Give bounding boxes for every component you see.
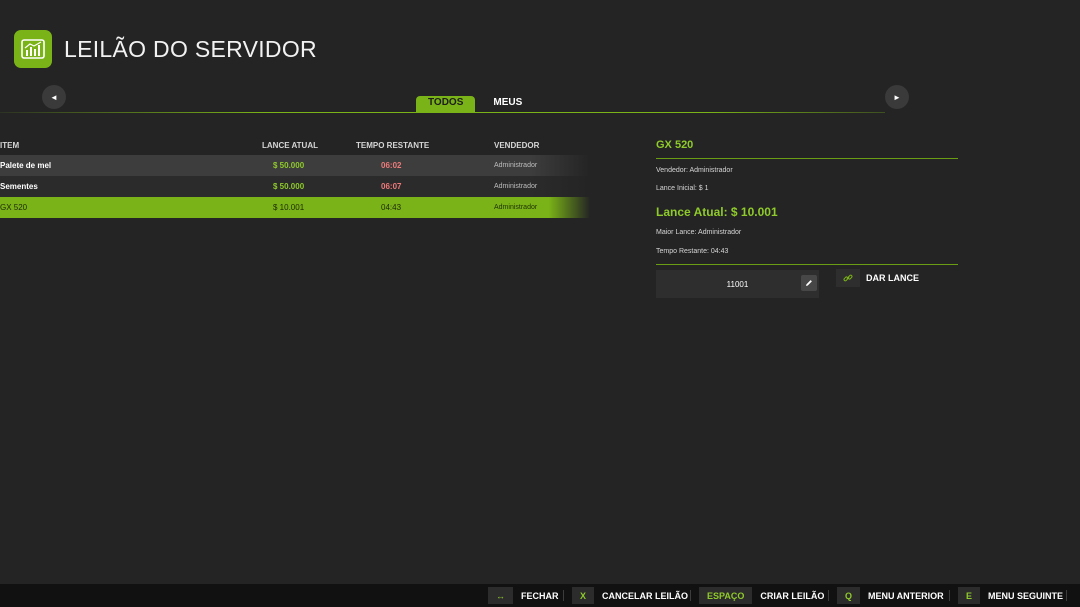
next-menu-label: MENU SEGUINTE bbox=[988, 590, 1064, 601]
row-bid: $ 50.000 bbox=[273, 182, 305, 191]
footer-separator bbox=[949, 590, 950, 601]
column-header-item: ITEM bbox=[0, 141, 20, 150]
table-row-selected[interactable]: GX 520 $ 10.001 04:43 Administrador bbox=[0, 197, 590, 218]
table-row[interactable]: Palete de mel $ 50.000 06:02 Administrad… bbox=[0, 155, 590, 176]
row-item: Palete de mel bbox=[0, 161, 52, 170]
arrow-right-icon: ► bbox=[893, 92, 901, 102]
bid-amount-field[interactable]: 11001 bbox=[656, 270, 819, 298]
chart-icon bbox=[14, 30, 52, 68]
link-icon bbox=[836, 269, 860, 287]
detail-initial-bid: Lance Inicial: $ 1 bbox=[656, 185, 709, 192]
footer-separator bbox=[690, 590, 691, 601]
footer-separator bbox=[563, 590, 564, 601]
key-x: X bbox=[572, 587, 595, 604]
key-space: ESPAÇO bbox=[699, 587, 753, 604]
previous-menu-button[interactable]: Q MENU ANTERIOR bbox=[837, 587, 944, 604]
detail-highest-bidder: Maior Lance: Administrador bbox=[656, 229, 742, 236]
key-e: E bbox=[958, 587, 981, 604]
column-header-time: TEMPO RESTANTE bbox=[356, 141, 430, 150]
create-auction-label: CRIAR LEILÃO bbox=[760, 590, 825, 601]
cancel-auction-label: CANCELAR LEILÃO bbox=[602, 590, 689, 601]
detail-divider bbox=[656, 158, 958, 159]
next-page-button[interactable]: ► bbox=[885, 85, 909, 109]
row-item: GX 520 bbox=[0, 203, 28, 212]
tab-bar: TODOS MEUS bbox=[416, 96, 522, 112]
footer-bar: ↔ FECHAR X CANCELAR LEILÃO ESPAÇO CRIAR … bbox=[0, 584, 1080, 607]
row-time: 06:07 bbox=[381, 182, 402, 191]
tab-todos[interactable]: TODOS bbox=[416, 96, 476, 112]
footer-separator bbox=[828, 590, 829, 601]
tab-divider bbox=[0, 112, 885, 113]
create-auction-button[interactable]: ESPAÇO CRIAR LEILÃO bbox=[699, 587, 824, 604]
close-button[interactable]: ↔ FECHAR bbox=[488, 587, 559, 604]
close-label: FECHAR bbox=[521, 590, 559, 601]
row-item: Sementes bbox=[0, 182, 38, 191]
row-seller: Administrador bbox=[494, 204, 538, 211]
cancel-auction-button[interactable]: X CANCELAR LEILÃO bbox=[572, 587, 688, 604]
row-bid: $ 10.001 bbox=[273, 203, 305, 212]
bid-amount-value: 11001 bbox=[726, 280, 749, 289]
row-seller: Administrador bbox=[494, 162, 538, 169]
tab-meus[interactable]: MEUS bbox=[493, 96, 522, 112]
column-header-bid: LANCE ATUAL bbox=[262, 141, 318, 150]
row-seller: Administrador bbox=[494, 183, 538, 190]
row-time: 04:43 bbox=[381, 203, 402, 212]
detail-seller: Vendedor: Administrador bbox=[656, 167, 733, 174]
table-header: ITEM LANCE ATUAL TEMPO RESTANTE VENDEDOR bbox=[0, 141, 590, 153]
table-row[interactable]: Sementes $ 50.000 06:07 Administrador bbox=[0, 176, 590, 197]
row-time: 06:02 bbox=[381, 161, 402, 170]
next-menu-button[interactable]: E MENU SEGUINTE bbox=[958, 587, 1063, 604]
key-q: Q bbox=[837, 587, 861, 604]
place-bid-label: DAR LANCE bbox=[866, 273, 919, 283]
edit-bid-button[interactable] bbox=[801, 275, 817, 291]
column-header-seller: VENDEDOR bbox=[494, 141, 540, 150]
arrows-horizontal-icon: ↔ bbox=[488, 587, 513, 604]
detail-divider bbox=[656, 264, 958, 265]
arrow-left-icon: ◄ bbox=[50, 92, 58, 102]
previous-menu-label: MENU ANTERIOR bbox=[868, 590, 944, 601]
row-bid: $ 50.000 bbox=[273, 161, 305, 170]
footer-separator bbox=[1066, 590, 1067, 601]
pencil-icon bbox=[806, 280, 812, 286]
detail-title: GX 520 bbox=[656, 139, 694, 151]
detail-current-bid: Lance Atual: $ 10.001 bbox=[656, 205, 778, 219]
page-title: LEILÃO DO SERVIDOR bbox=[64, 36, 317, 62]
place-bid-button[interactable]: DAR LANCE bbox=[836, 269, 919, 287]
detail-time-left: Tempo Restante: 04:43 bbox=[656, 248, 729, 255]
prev-page-button[interactable]: ◄ bbox=[42, 85, 66, 109]
